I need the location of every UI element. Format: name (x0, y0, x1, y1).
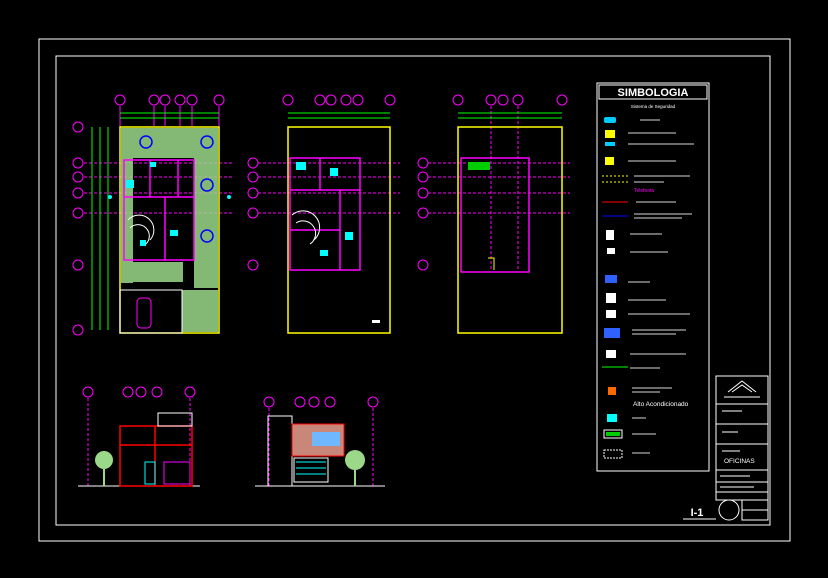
legend-panel: SIMBOLOGIA Sistema de Seguridad Telefoni… (596, 82, 710, 472)
legend-alto-acondicionado: Alto Acondicionado (633, 401, 689, 408)
title-block: OFICINAS (715, 375, 769, 501)
proyecto-value: OFICINAS (724, 458, 755, 465)
legend-symbols (602, 117, 628, 459)
sheet-number: I-1 (691, 507, 704, 519)
tree-icon (95, 451, 113, 486)
legend-title: SIMBOLOGIA (618, 87, 689, 99)
plan-ground-floor (72, 94, 232, 336)
legend-section-telefonia: Telefonia (634, 188, 654, 194)
plan-roof (417, 94, 570, 334)
sheet-number-block: I-1 (683, 499, 769, 521)
company-logo-icon (727, 380, 757, 393)
cad-drawing-sheet: SIMBOLOGIA Sistema de Seguridad Telefoni… (38, 38, 791, 542)
elevation-front (78, 386, 200, 487)
elevation-side (255, 396, 385, 487)
legend-subtitle: Sistema de Seguridad (631, 104, 676, 109)
tree-icon (345, 450, 365, 486)
plan-upper-floor (247, 94, 400, 334)
